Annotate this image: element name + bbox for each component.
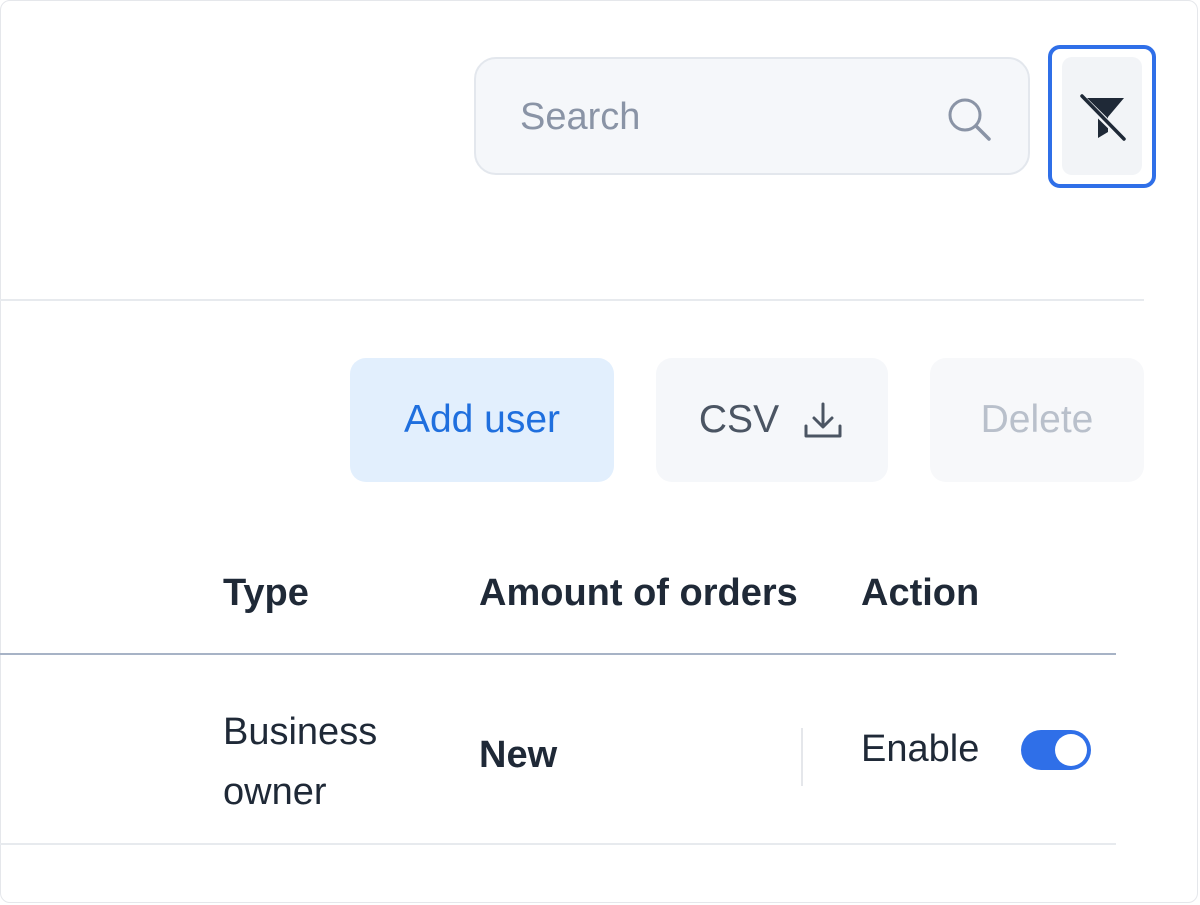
amount-of-orders-cell: New (479, 734, 558, 776)
delete-button[interactable]: Delete (930, 358, 1144, 482)
toggle-knob (1055, 734, 1087, 766)
csv-label: CSV (698, 398, 780, 441)
search-input[interactable] (518, 59, 942, 175)
filter-off-icon (1078, 94, 1128, 142)
csv-export-button[interactable]: CSV (656, 358, 888, 482)
clear-filter-button[interactable] (1048, 45, 1156, 188)
column-separator (801, 728, 803, 786)
table-header-divider (0, 653, 1116, 655)
download-icon (804, 402, 842, 438)
section-divider (0, 299, 1144, 301)
column-header-type[interactable]: Type (223, 572, 309, 615)
delete-label: Delete (980, 398, 1094, 441)
add-user-label: Add user (403, 398, 561, 441)
type-cell: Business owner (223, 711, 378, 813)
column-header-amount-of-orders[interactable]: Amount of orders (479, 572, 798, 615)
row-divider (0, 843, 1116, 845)
search-icon[interactable] (944, 94, 994, 144)
enable-label: Enable (861, 728, 980, 770)
clear-filter-button-surface (1062, 57, 1142, 175)
column-header-action[interactable]: Action (861, 572, 979, 615)
add-user-button[interactable]: Add user (350, 358, 614, 482)
enable-toggle[interactable] (1021, 730, 1091, 770)
search-field[interactable] (474, 57, 1030, 175)
